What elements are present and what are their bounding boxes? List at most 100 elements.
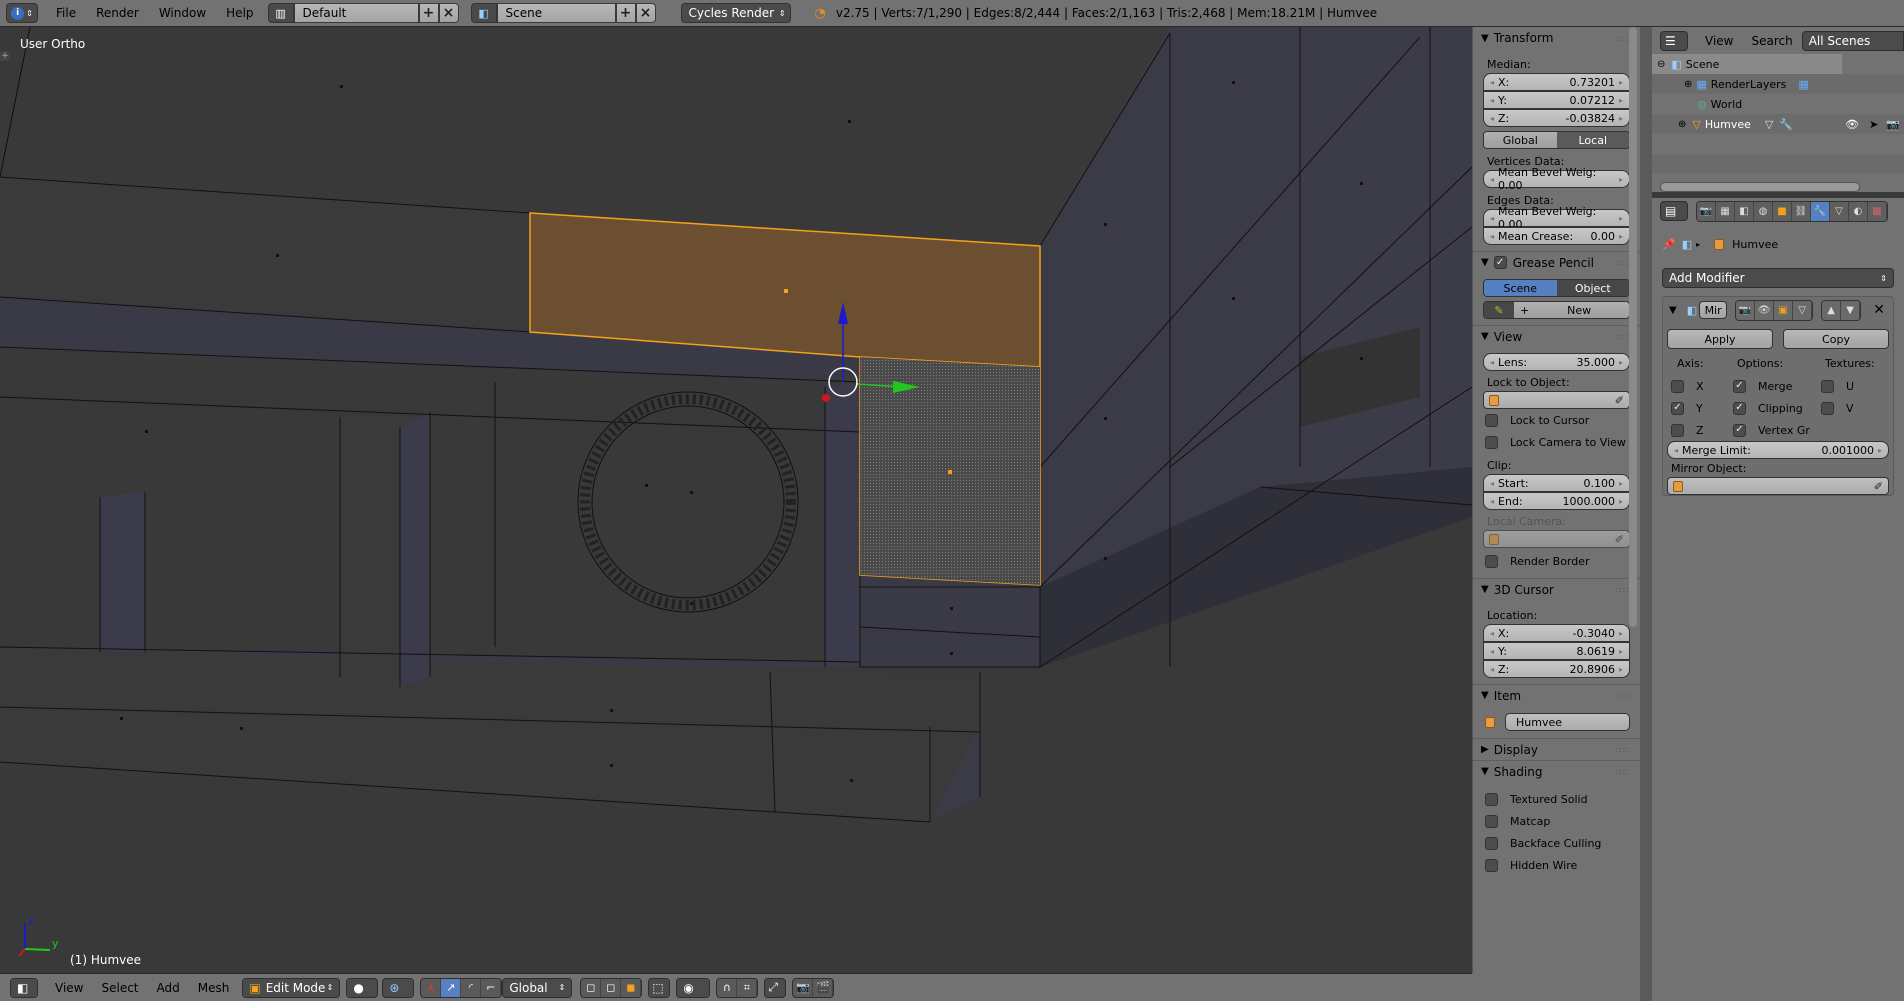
pivot-point-dropdown[interactable]: ⊛ — [382, 977, 415, 998]
cage-toggle-icon[interactable]: ▽ — [1793, 300, 1813, 320]
texture-u-toggle[interactable]: U — [1821, 375, 1891, 397]
panel-view-header[interactable]: ▼ View:::: — [1473, 325, 1640, 347]
copy-button[interactable]: Copy — [1783, 329, 1889, 349]
move-down-icon[interactable]: ▼ — [1841, 300, 1861, 320]
move-up-icon[interactable]: ▲ — [1822, 300, 1842, 320]
scene-menu[interactable]: ◧ — [470, 3, 497, 23]
collapse-triangle-icon[interactable]: ▼ — [1669, 305, 1677, 316]
edge-bevel-weight-field[interactable]: Mean Bevel Weig: 0.00 — [1483, 205, 1630, 231]
drag-grip-icon[interactable]: :::: — [1615, 258, 1630, 267]
visibility-eye-icon[interactable]: 👁 — [1845, 118, 1859, 131]
gp-new-button[interactable]: + New — [1514, 302, 1629, 318]
vertex-select-icon[interactable]: ◻ — [581, 978, 602, 997]
checkbox[interactable]: ✓ — [1671, 401, 1684, 415]
vertex-groups-toggle[interactable]: ✓ Vertex Gr — [1733, 419, 1821, 441]
render-still-icon[interactable]: 📷 — [793, 978, 814, 997]
merge-limit-field[interactable]: Merge Limit: 0.001000 — [1667, 441, 1889, 459]
cursor-y-field[interactable]: Y: 8.0619 — [1483, 642, 1630, 660]
menu-file[interactable]: File — [46, 6, 86, 20]
editmode-toggle-icon[interactable]: ▣ — [1774, 300, 1794, 320]
constraints-tab-icon[interactable]: ⛓ — [1792, 201, 1811, 221]
checkbox[interactable] — [1485, 435, 1498, 449]
toolshelf-toggle[interactable]: + — [0, 51, 10, 61]
checkbox[interactable] — [1485, 836, 1498, 850]
outliner-item-humvee[interactable]: ⊕ ▽ Humvee ▽ 🔧 👁 ➤ 📷 — [1652, 114, 1904, 134]
render-border-toggle[interactable]: Render Border — [1473, 550, 1640, 572]
axis-x-toggle[interactable]: X — [1671, 375, 1733, 397]
panel-3d-cursor-header[interactable]: ▼ 3D Cursor:::: — [1473, 578, 1640, 600]
3d-viewport[interactable]: z y User Ortho + (1) Humvee — [0, 27, 1472, 973]
editor-type-button[interactable]: i ⇕ — [6, 3, 38, 23]
drag-grip-icon[interactable]: :::: — [1615, 332, 1630, 341]
face-select-icon[interactable]: ◼ — [621, 978, 642, 997]
data-tab-icon[interactable]: ▽ — [1830, 201, 1849, 221]
outliner-item-world[interactable]: ◍ World — [1652, 94, 1904, 114]
panel-item-header[interactable]: ▼ Item:::: — [1473, 684, 1640, 706]
outliner-item-scene[interactable]: ⊖ ◧ Scene — [1652, 54, 1842, 74]
axis-y-toggle[interactable]: ✓ Y — [1671, 397, 1733, 419]
merge-toggle[interactable]: ✓ Merge — [1733, 375, 1821, 397]
drag-grip-icon[interactable]: :::: — [1615, 691, 1630, 700]
scale-manipulator-icon[interactable]: ⌐ — [481, 978, 502, 997]
renderable-camera-icon[interactable]: 📷 — [1886, 118, 1900, 131]
median-x-field[interactable]: X: 0.73201 — [1483, 73, 1630, 91]
expand-icon[interactable]: ⊕ — [1678, 119, 1686, 130]
global-button[interactable]: Global — [1484, 132, 1557, 148]
checkbox[interactable] — [1485, 858, 1498, 872]
cursor-z-field[interactable]: Z: 20.8906 — [1483, 660, 1630, 678]
add-scene-button[interactable]: + — [615, 3, 636, 23]
panel-transform-header[interactable]: ▼ Transform:::: — [1473, 27, 1640, 49]
npanel-scrollbar[interactable] — [1629, 27, 1637, 627]
outliner-menu-search[interactable]: Search — [1742, 34, 1801, 48]
display-mode-dropdown[interactable]: All Scenes — [1801, 30, 1904, 51]
checkbox[interactable] — [1485, 413, 1498, 427]
matcap-toggle[interactable]: Matcap — [1473, 810, 1640, 832]
axis-z-toggle[interactable]: Z — [1671, 419, 1733, 441]
menu-select[interactable]: Select — [92, 981, 147, 995]
gp-object-button[interactable]: Object — [1556, 280, 1629, 296]
checkbox[interactable] — [1485, 814, 1498, 828]
add-screen-button[interactable]: + — [418, 3, 439, 23]
proportional-edit-dropdown[interactable]: ◉ — [676, 977, 711, 998]
delete-screen-button[interactable]: × — [438, 3, 459, 23]
item-name-field[interactable]: Humvee — [1505, 713, 1630, 731]
remove-modifier-icon[interactable]: ✕ — [1873, 302, 1885, 318]
scene-tab-icon[interactable]: ◧ — [1735, 201, 1754, 221]
menu-help[interactable]: Help — [216, 6, 263, 20]
checkbox[interactable]: ✓ — [1733, 379, 1746, 393]
menu-view[interactable]: View — [46, 981, 92, 995]
snap-target-button[interactable]: ⤢ — [764, 977, 787, 998]
mean-crease-field[interactable]: Mean Crease: 0.00 — [1483, 227, 1630, 245]
screen-layout-menu[interactable]: ▥ — [267, 3, 294, 23]
render-anim-icon[interactable]: 🎬 — [813, 978, 834, 997]
expand-icon[interactable]: ⊕ — [1684, 79, 1692, 90]
area-divider[interactable] — [1640, 27, 1652, 1001]
outliner-item-renderlayers[interactable]: ⊕ ▦ RenderLayers ▦ — [1652, 74, 1904, 94]
lock-to-cursor-toggle[interactable]: Lock to Cursor — [1473, 409, 1640, 431]
outliner-horizontal-scrollbar[interactable] — [1660, 182, 1860, 192]
snap-toggle-icon[interactable]: ∩ — [717, 978, 738, 997]
screen-layout-field[interactable]: Default — [293, 3, 419, 23]
lock-camera-to-view-toggle[interactable]: Lock Camera to View — [1473, 431, 1640, 453]
eyedropper-icon[interactable]: ✐ — [1615, 394, 1624, 407]
mirror-object-field[interactable]: ✐ — [1667, 477, 1889, 495]
mesh-canvas[interactable]: z y — [0, 27, 1472, 973]
realtime-toggle-icon[interactable]: 👁 — [1755, 300, 1775, 320]
delete-scene-button[interactable]: × — [635, 3, 656, 23]
editor-type-button[interactable]: ◧ — [10, 977, 38, 998]
world-tab-icon[interactable]: ◍ — [1754, 201, 1773, 221]
orientation-dropdown[interactable]: Global ⇕ — [502, 977, 573, 998]
clipping-toggle[interactable]: ✓ Clipping — [1733, 397, 1821, 419]
drag-grip-icon[interactable]: :::: — [1615, 34, 1630, 43]
clip-end-field[interactable]: End: 1000.000 — [1483, 492, 1630, 510]
checkbox[interactable] — [1821, 379, 1834, 393]
selectable-cursor-icon[interactable]: ➤ — [1869, 118, 1878, 131]
render-engine-dropdown[interactable]: Cycles Render ⇕ — [680, 3, 791, 23]
drag-grip-icon[interactable]: :::: — [1615, 585, 1630, 594]
rotate-manipulator-icon[interactable]: ◜ — [461, 978, 482, 997]
menu-add[interactable]: Add — [148, 981, 189, 995]
lock-object-field[interactable]: ✐ — [1483, 391, 1630, 409]
checkbox[interactable] — [1821, 401, 1834, 415]
render-toggle-icon[interactable]: 📷 — [1736, 300, 1756, 320]
checkbox[interactable] — [1485, 792, 1498, 806]
